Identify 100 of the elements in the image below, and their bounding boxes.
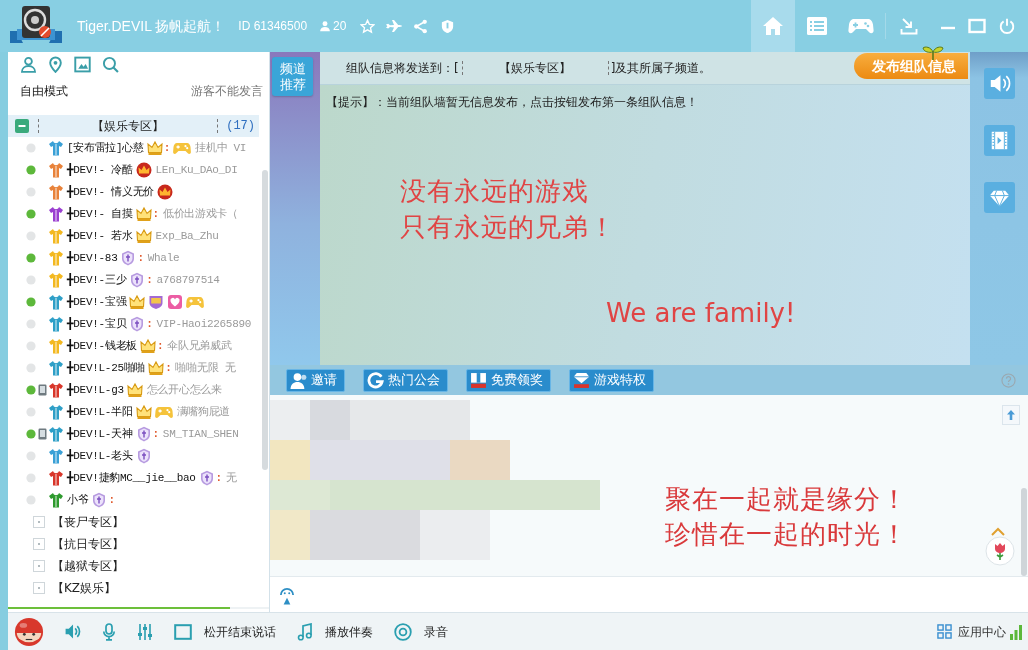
member-signature: Exp_Ba_Zhu	[155, 228, 219, 244]
group-row[interactable]: 【KZ娱乐】	[8, 577, 269, 599]
diamond-tile-icon[interactable]	[983, 182, 1015, 213]
search-icon[interactable]	[102, 56, 119, 73]
send-target-label: 组队信息将发送到：[	[346, 60, 459, 77]
share-icon[interactable]	[413, 18, 429, 34]
power-icon[interactable]	[999, 18, 1015, 34]
member-signature: a768797514	[156, 272, 220, 288]
reward-button[interactable]: 免费领奖	[466, 368, 551, 392]
expand-toggle-icon[interactable]	[33, 516, 45, 528]
microphone-icon[interactable]	[101, 622, 117, 641]
channel-id: ID 61346500	[238, 18, 308, 35]
member-row[interactable]: ╋DEV!L-半阳 满嘴狗屁道	[8, 401, 269, 423]
image-icon[interactable]	[74, 56, 91, 73]
wall-motto-text: We are family!	[606, 297, 796, 330]
expand-toggle-icon[interactable]	[33, 560, 45, 572]
mascot-avatar-icon[interactable]	[14, 616, 44, 647]
group-name: 【越狱专区】	[52, 558, 124, 575]
notice-text: 游客不能发言	[191, 83, 263, 100]
video-tile-icon[interactable]	[983, 125, 1015, 156]
member-row[interactable]: 小爷 :	[8, 489, 269, 511]
member-row[interactable]: ╋DEV!-钱老板 : 伞队兄弟威武	[8, 335, 269, 357]
member-signature: SM_TIAN_SHEN	[162, 426, 239, 442]
member-row[interactable]: ╋DEV!L-25啪啪 : 啪啪无限 无	[8, 357, 269, 379]
home-tab[interactable]	[751, 0, 795, 52]
star-icon[interactable]	[360, 18, 376, 34]
member-row[interactable]: ╋DEV!-83 : Whale	[8, 247, 269, 269]
member-row[interactable]: ╋DEV!L-g3 怎么开心怎么来	[8, 379, 269, 401]
speaker-icon[interactable]	[64, 623, 81, 640]
user-icon[interactable]	[20, 56, 37, 73]
member-name[interactable]: ╋DEV!L-半阳	[67, 403, 133, 421]
privilege-button[interactable]: 游戏特权	[569, 368, 654, 392]
speaker-tile-icon[interactable]	[983, 68, 1015, 99]
member-signature: VIP-Haoi2265890	[156, 316, 252, 332]
record-icon	[394, 622, 412, 641]
chevron-up-icon[interactable]	[990, 526, 1006, 536]
member-name[interactable]: ╋DEV!L-25啪啪	[67, 359, 146, 377]
member-row[interactable]: ╋DEV!- 冷酷 LEn_Ku_DAo_DI	[8, 159, 269, 181]
equalizer-icon[interactable]	[137, 622, 153, 641]
member-name[interactable]: ╋DEV!-三少	[67, 271, 127, 289]
expand-toggle-icon[interactable]	[33, 582, 45, 594]
separator-text: :	[156, 338, 164, 354]
collapse-toggle-icon[interactable]	[15, 119, 29, 133]
member-name[interactable]: ╋DEV!L-天神	[67, 425, 133, 443]
message-input-field[interactable]	[270, 576, 1028, 612]
airplane-icon[interactable]	[385, 19, 404, 33]
member-name[interactable]: ╋DEV!- 情义无价	[67, 183, 154, 201]
scrollbar[interactable]	[1021, 488, 1027, 576]
expand-toggle-icon[interactable]	[33, 538, 45, 550]
shield-icon[interactable]	[440, 18, 456, 34]
member-name[interactable]: ╋DEV!- 若水	[67, 227, 133, 245]
member-row[interactable]: ╋DEV!捷豹MC__jie__bao : 无	[8, 467, 269, 489]
gamepad-badge-icon	[186, 294, 205, 310]
member-row[interactable]: ╋DEV!L-老头	[8, 445, 269, 467]
member-row[interactable]: ╋DEV!-宝贝 : VIP-Haoi2265890	[8, 313, 269, 335]
member-name[interactable]: ╋DEV!- 自摸	[67, 205, 133, 223]
guild-button[interactable]: 热门公会	[363, 368, 448, 392]
app-center-button[interactable]: 应用中心	[937, 622, 1006, 641]
member-row[interactable]: ╋DEV!- 若水 Exp_Ba_Zhu	[8, 225, 269, 247]
location-pin-icon[interactable]	[48, 56, 63, 73]
member-row[interactable]: ╋DEV!L-天神 : SM_TIAN_SHEN	[8, 423, 269, 445]
invite-button[interactable]: 邀请	[286, 368, 345, 392]
maximize-icon[interactable]	[968, 18, 986, 34]
member-name[interactable]: ╋DEV!-83	[67, 249, 118, 267]
push-to-talk-button[interactable]: 松开结束说话	[174, 622, 276, 641]
scrollbar[interactable]	[262, 170, 268, 470]
member-row[interactable]: ╋DEV!- 自摸 : 低价出游戏卡（	[8, 203, 269, 225]
member-name[interactable]: ╋DEV!L-老头	[67, 447, 133, 465]
member-row[interactable]: ╋DEV!-宝强	[8, 291, 269, 313]
shield-badge-icon	[120, 250, 137, 266]
member-name[interactable]: ╋DEV!L-g3	[67, 381, 124, 399]
group-row[interactable]: 【娱乐专区】 (17)	[8, 115, 259, 137]
member-row[interactable]: [安布雷拉]心慈 : 挂机中 VI	[8, 137, 269, 159]
member-name[interactable]: ╋DEV!- 冷酷	[67, 161, 133, 179]
group-row[interactable]: 【越狱专区】	[8, 555, 269, 577]
member-name[interactable]: ╋DEV!捷豹MC__jie__bao	[67, 469, 196, 487]
grid-icon	[937, 624, 952, 639]
shield-badge-icon	[198, 470, 215, 486]
gift-icon	[470, 371, 487, 389]
record-button[interactable]: 录音	[394, 622, 448, 641]
member-row[interactable]: ╋DEV!- 情义无价	[8, 181, 269, 203]
member-name[interactable]: ╋DEV!-钱老板	[67, 337, 137, 355]
member-row[interactable]: ╋DEV!-三少 : a768797514	[8, 269, 269, 291]
member-name[interactable]: ╋DEV!-宝强	[67, 293, 127, 311]
member-signature: 低价出游戏卡（	[162, 206, 238, 222]
scroll-up-button[interactable]	[1002, 405, 1020, 425]
help-icon[interactable]	[1001, 372, 1016, 388]
download-icon[interactable]	[900, 17, 918, 35]
group-row[interactable]: 【丧尸专区】	[8, 511, 269, 533]
flower-icon[interactable]	[985, 536, 1015, 566]
accompaniment-button[interactable]: 播放伴奏	[297, 622, 373, 641]
shield-badge-icon	[129, 272, 146, 288]
group-row[interactable]: 【抗日专区】	[8, 533, 269, 555]
member-name[interactable]: [安布雷拉]心慈	[67, 139, 144, 157]
square-icon	[174, 623, 192, 640]
crown-icon	[126, 382, 143, 398]
member-name[interactable]: ╋DEV!-宝贝	[67, 315, 127, 333]
shield-badge-icon	[135, 448, 152, 464]
member-name[interactable]: 小爷	[67, 491, 89, 509]
separator-text: :	[108, 492, 115, 508]
